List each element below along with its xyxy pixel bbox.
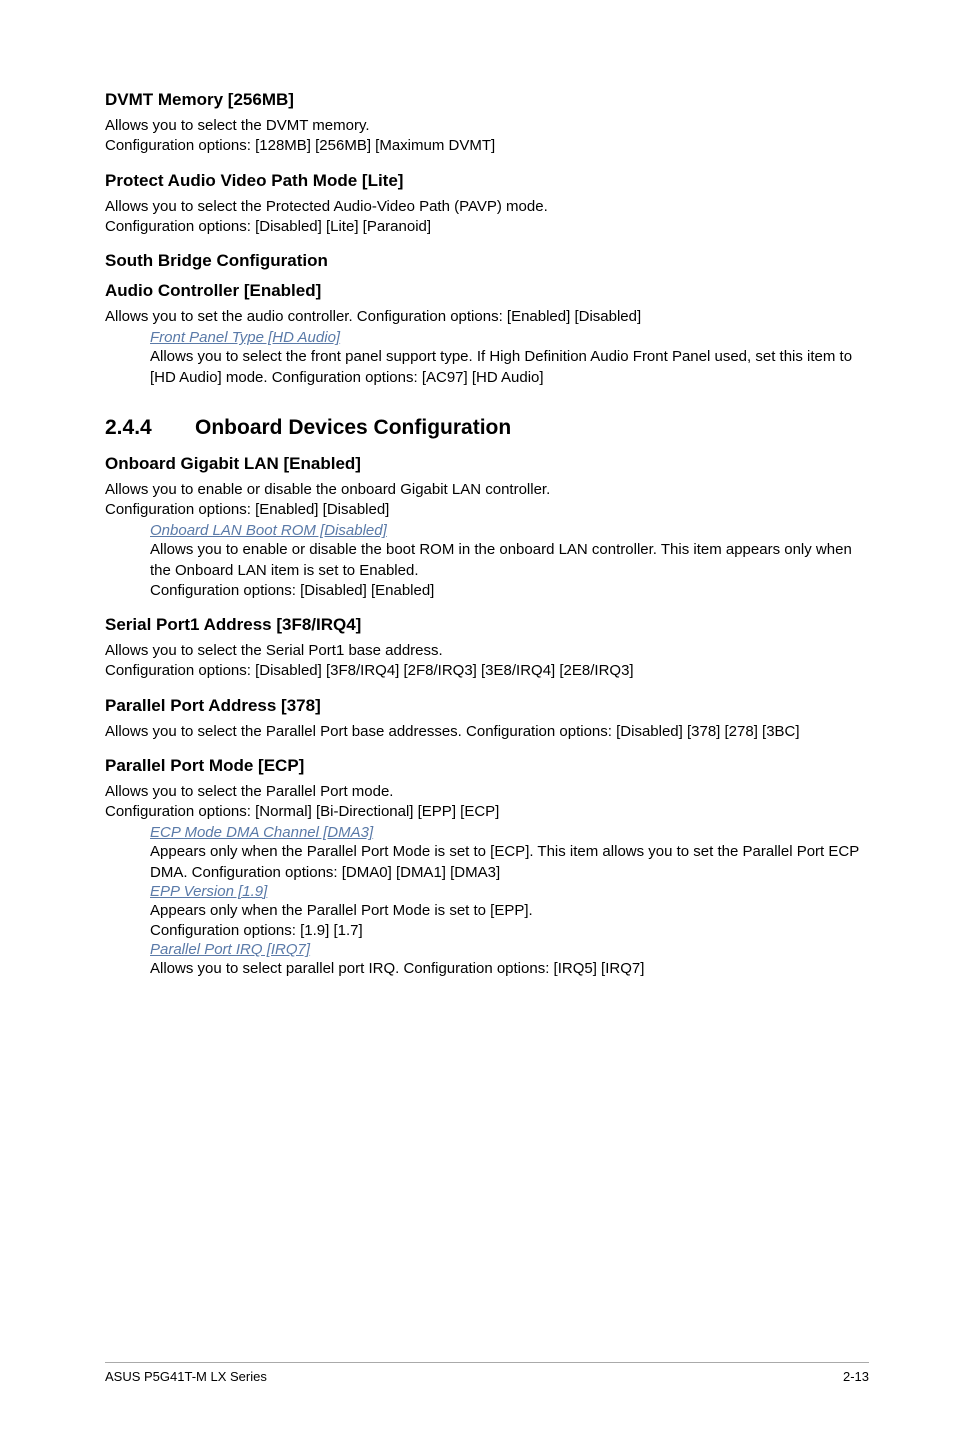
sub-parallel-irq: Parallel Port IRQ [IRQ7] Allows you to s…: [105, 941, 869, 979]
text-parallel-addr: Allows you to select the Parallel Port b…: [105, 722, 869, 742]
footer-page-number: 2-13: [843, 1369, 869, 1384]
text-line: Configuration options: [Normal] [Bi-Dire…: [105, 803, 499, 820]
text-line: Configuration options: [Enabled] [Disabl…: [105, 501, 389, 518]
text-line: Allows you to select the Serial Port1 ba…: [105, 642, 443, 659]
heading-south-bridge: South Bridge Configuration: [105, 251, 869, 271]
text-line: Allows you to select the Parallel Port m…: [105, 783, 393, 800]
sub-text: Allows you to select parallel port IRQ. …: [150, 959, 869, 979]
sub-title: Front Panel Type [HD Audio]: [150, 329, 869, 346]
sub-ecp-dma: ECP Mode DMA Channel [DMA3] Appears only…: [105, 824, 869, 883]
footer-left: ASUS P5G41T-M LX Series: [105, 1369, 267, 1384]
sub-text: Configuration options: [Disabled] [Enabl…: [150, 581, 869, 601]
text-parallel-mode: Allows you to select the Parallel Port m…: [105, 782, 869, 823]
heading-audio: Audio Controller [Enabled]: [105, 281, 869, 301]
heading-onboard-devices: 2.4.4Onboard Devices Configuration: [105, 416, 869, 440]
sub-text: Allows you to enable or disable the boot…: [150, 540, 869, 581]
sub-text: Configuration options: [1.9] [1.7]: [150, 921, 869, 941]
text-line: Allows you to select the Protected Audio…: [105, 198, 548, 215]
text-line: Allows you to enable or disable the onbo…: [105, 481, 550, 498]
text-audio: Allows you to set the audio controller. …: [105, 307, 869, 327]
text-serial: Allows you to select the Serial Port1 ba…: [105, 641, 869, 682]
text-line: Configuration options: [128MB] [256MB] […: [105, 137, 495, 154]
sub-text: Appears only when the Parallel Port Mode…: [150, 901, 869, 921]
heading-parallel-addr: Parallel Port Address [378]: [105, 696, 869, 716]
page-footer: ASUS P5G41T-M LX Series 2-13: [105, 1362, 869, 1384]
heading-pavp: Protect Audio Video Path Mode [Lite]: [105, 171, 869, 191]
text-pavp: Allows you to select the Protected Audio…: [105, 197, 869, 238]
heading-parallel-mode: Parallel Port Mode [ECP]: [105, 756, 869, 776]
text-line: Configuration options: [Disabled] [Lite]…: [105, 218, 431, 235]
sub-text: Appears only when the Parallel Port Mode…: [150, 842, 869, 883]
section-number: 2.4.4: [105, 416, 195, 440]
text-giglan: Allows you to enable or disable the onbo…: [105, 480, 869, 521]
sub-front-panel: Front Panel Type [HD Audio] Allows you t…: [105, 329, 869, 388]
heading-dvmt: DVMT Memory [256MB]: [105, 90, 869, 110]
sub-title: ECP Mode DMA Channel [DMA3]: [150, 824, 869, 841]
heading-giglan: Onboard Gigabit LAN [Enabled]: [105, 454, 869, 474]
text-line: Configuration options: [Disabled] [3F8/I…: [105, 662, 634, 679]
sub-lan-boot-rom: Onboard LAN Boot ROM [Disabled] Allows y…: [105, 522, 869, 601]
text-dvmt: Allows you to select the DVMT memory. Co…: [105, 116, 869, 157]
sub-text: Allows you to select the front panel sup…: [150, 347, 869, 388]
sub-epp-version: EPP Version [1.9] Appears only when the …: [105, 883, 869, 942]
text-line: Allows you to select the DVMT memory.: [105, 117, 370, 134]
sub-title: Onboard LAN Boot ROM [Disabled]: [150, 522, 869, 539]
sub-title: EPP Version [1.9]: [150, 883, 869, 900]
heading-serial: Serial Port1 Address [3F8/IRQ4]: [105, 615, 869, 635]
sub-title: Parallel Port IRQ [IRQ7]: [150, 941, 869, 958]
section-title: Onboard Devices Configuration: [195, 416, 511, 439]
